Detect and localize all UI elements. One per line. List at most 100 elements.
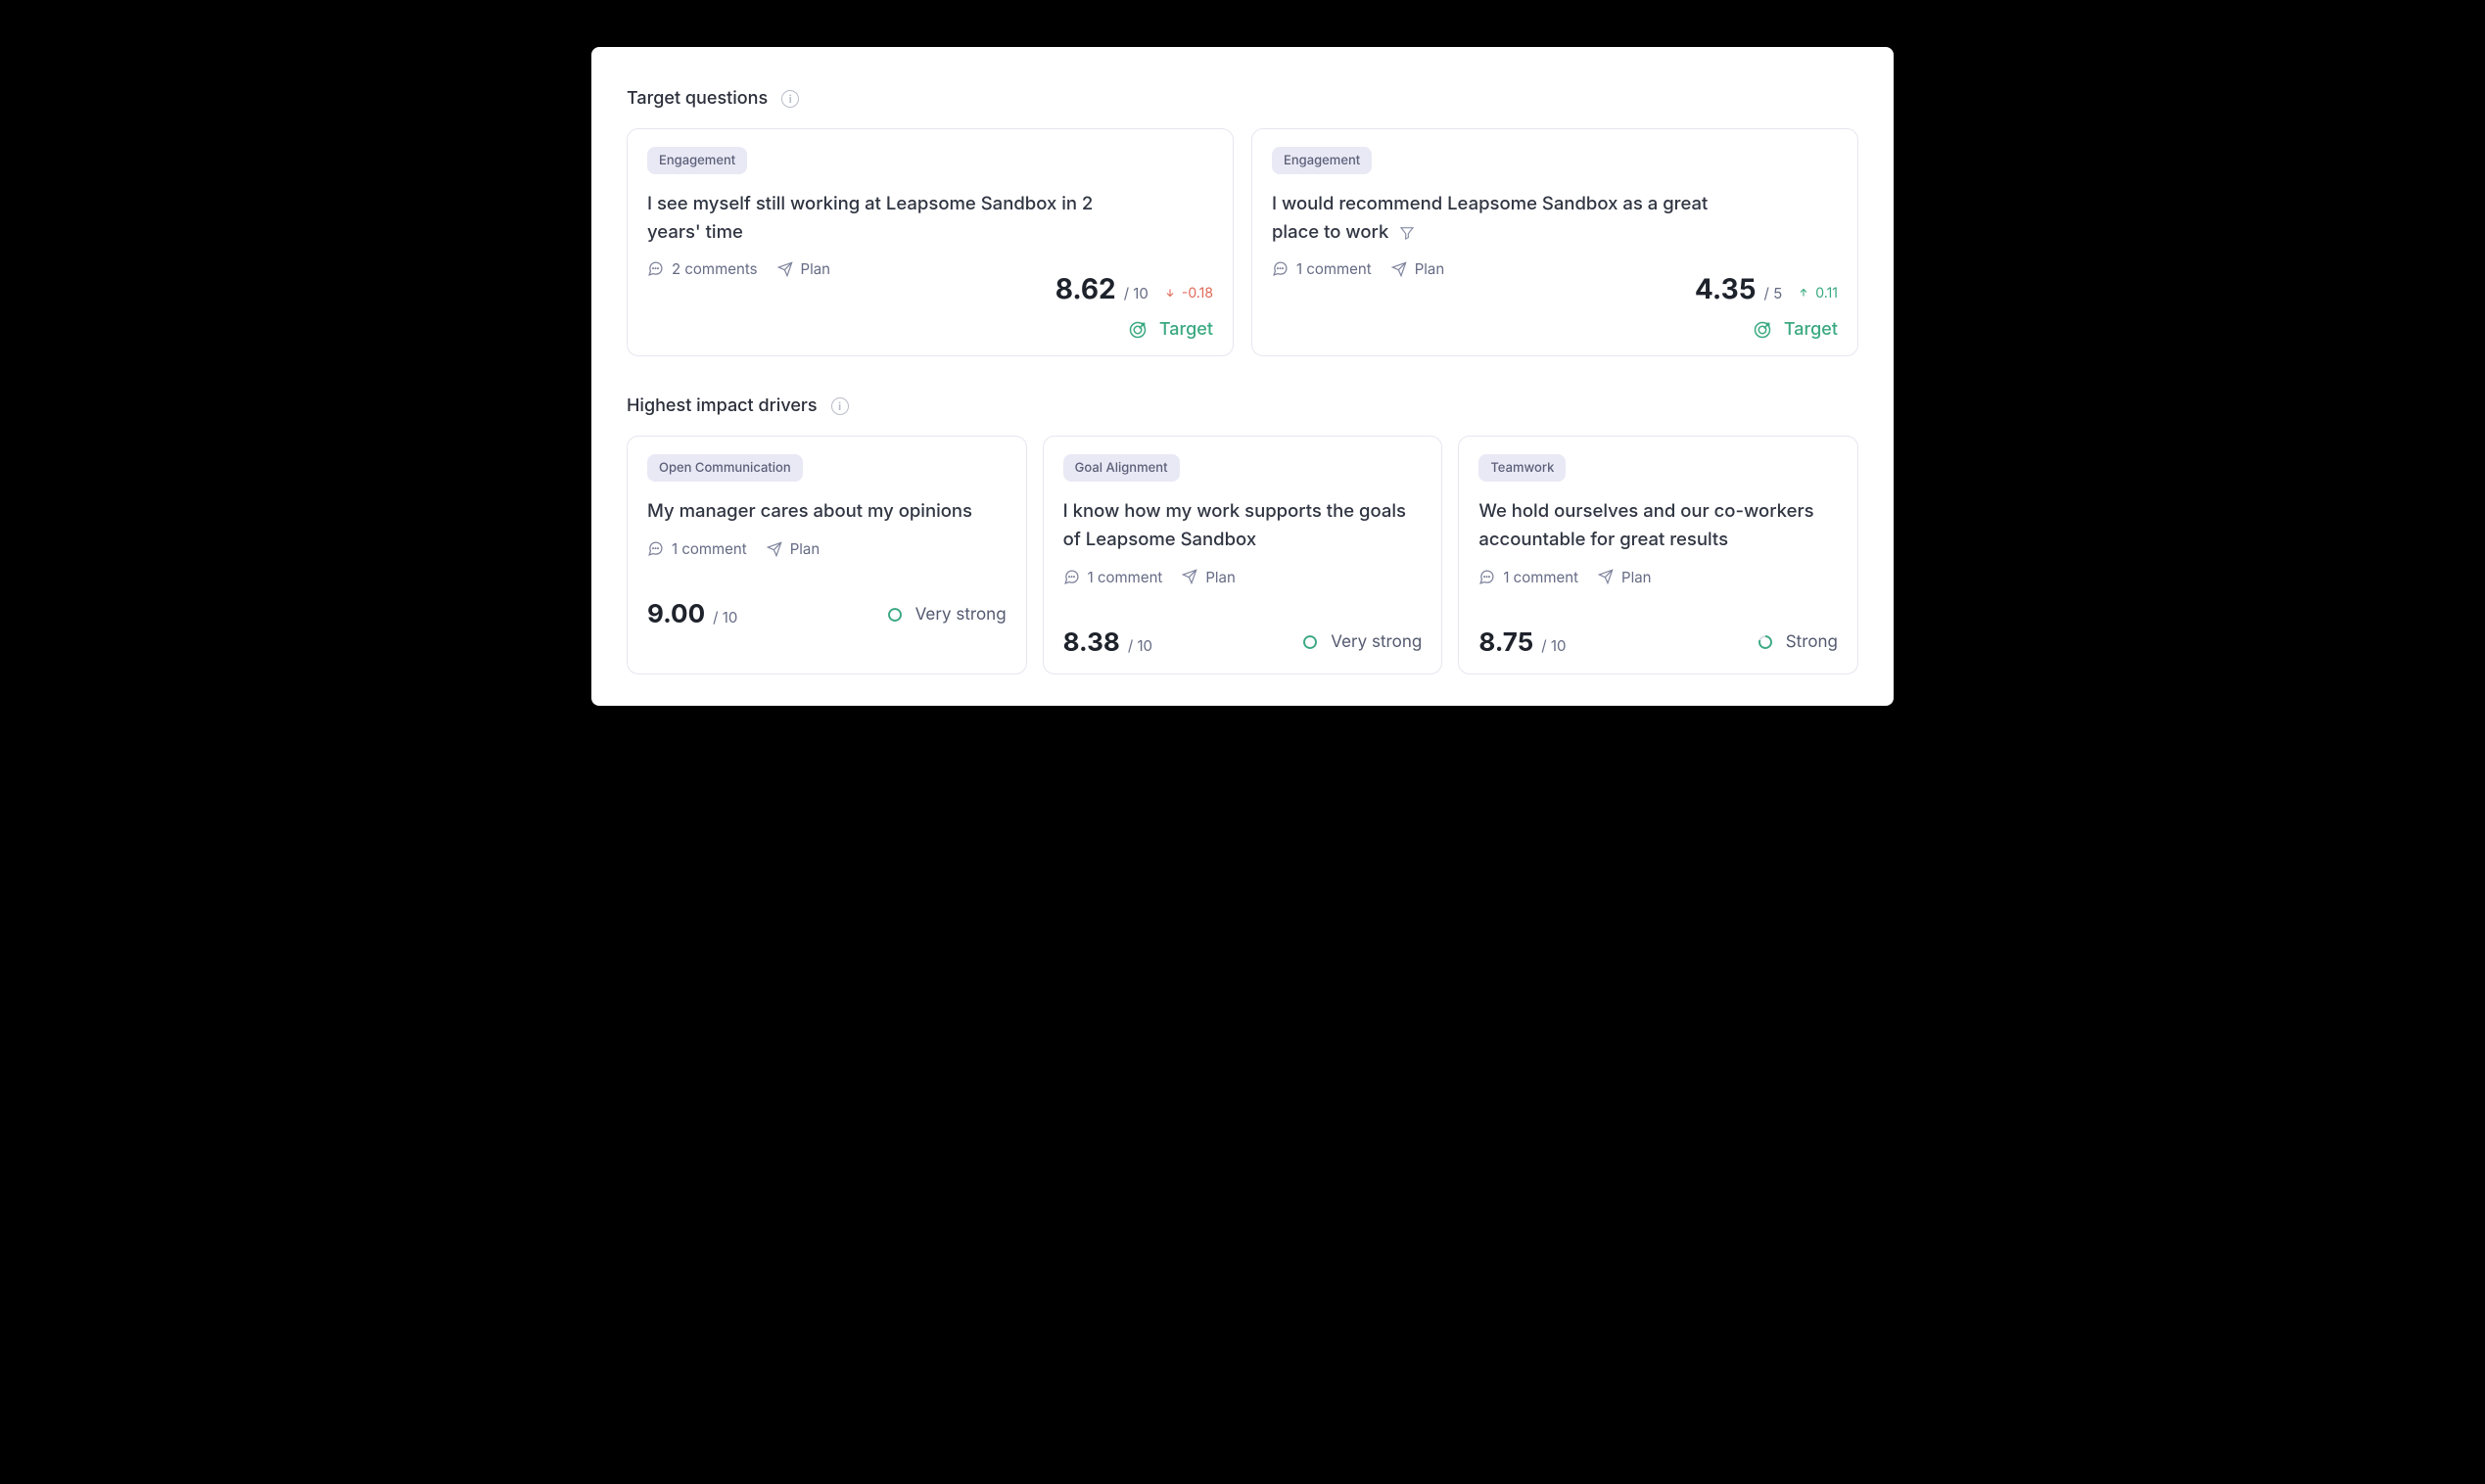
driver-score: 9.00 / 10 (647, 599, 737, 629)
plan-label: Plan (1205, 568, 1236, 586)
score-value: 8.62 (1055, 272, 1116, 305)
arrow-up-icon (1798, 287, 1809, 299)
strength-badge: Strong (1757, 632, 1838, 652)
chip-label: Open Communication (659, 460, 791, 476)
arrow-down-icon (1164, 287, 1176, 299)
question-text: My manager cares about my opinions (647, 497, 1007, 526)
comments-link[interactable]: 1 comment (1478, 568, 1578, 586)
delta-value: 0.11 (1815, 285, 1838, 301)
category-chip[interactable]: Engagement (1272, 147, 1372, 174)
delta-value: -0.18 (1182, 285, 1213, 301)
target-icon (1753, 320, 1772, 340)
score-outof: / 5 (1764, 284, 1783, 302)
category-chip[interactable]: Open Communication (647, 454, 803, 482)
strength-ring-icon (1301, 633, 1319, 651)
target-icon (1128, 320, 1148, 340)
plan-link[interactable]: Plan (767, 539, 821, 558)
plan-link[interactable]: Plan (1182, 568, 1236, 586)
comments-link[interactable]: 1 comment (647, 539, 747, 558)
comment-icon (647, 260, 664, 277)
comment-icon (1272, 260, 1289, 277)
driver-card[interactable]: Teamwork We hold ourselves and our co-wo… (1458, 436, 1858, 673)
comments-link[interactable]: 2 comments (647, 259, 758, 278)
chip-label: Goal Alignment (1075, 460, 1168, 476)
comments-label: 1 comment (1088, 568, 1163, 586)
score-value: 9.00 (647, 599, 705, 629)
meta-row: 1 comment Plan (647, 539, 1007, 558)
plan-link[interactable]: Plan (1391, 259, 1445, 278)
plan-icon (767, 541, 782, 557)
strength-badge: Very strong (1301, 632, 1422, 652)
chip-label: Engagement (659, 153, 735, 168)
driver-bottom: 8.38 / 10 Very strong (1063, 627, 1423, 658)
comments-label: 1 comment (672, 539, 747, 558)
question-text: I know how my work supports the goals of… (1063, 497, 1423, 553)
delta-badge: 0.11 (1798, 285, 1838, 301)
category-chip[interactable]: Engagement (647, 147, 747, 174)
target-label: Target (1784, 319, 1838, 340)
score-outof: / 10 (1124, 284, 1149, 302)
score-value: 8.38 (1063, 627, 1120, 658)
section-title-text: Highest impact drivers (627, 395, 818, 416)
score-value: 4.35 (1695, 272, 1757, 305)
plan-link[interactable]: Plan (1598, 568, 1652, 586)
plan-label: Plan (1621, 568, 1652, 586)
driver-card[interactable]: Open Communication My manager cares abou… (627, 436, 1027, 673)
driver-card[interactable]: Goal Alignment I know how my work suppor… (1043, 436, 1443, 673)
plan-label: Plan (790, 539, 821, 558)
filter-icon[interactable] (1399, 225, 1415, 241)
strength-label: Very strong (1331, 632, 1422, 652)
comment-icon (1478, 569, 1495, 585)
meta-row: 1 comment Plan (1478, 568, 1838, 586)
question-text-inner: I would recommend Leapsome Sandbox as a … (1272, 193, 1708, 243)
meta-row: 1 comment Plan (1063, 568, 1423, 586)
delta-badge: -0.18 (1164, 285, 1213, 301)
category-chip[interactable]: Teamwork (1478, 454, 1566, 482)
section-title-text: Target questions (627, 88, 768, 109)
target-grid: Engagement I see myself still working at… (627, 128, 1858, 356)
dashboard-panel: Target questions i Engagement I see myse… (591, 47, 1894, 706)
driver-bottom: 9.00 / 10 Very strong (647, 599, 1007, 629)
target-label: Target (1159, 319, 1213, 340)
plan-icon (1391, 261, 1407, 277)
section-title-target: Target questions i (627, 88, 1858, 109)
comments-label: 1 comment (1503, 568, 1578, 586)
category-chip[interactable]: Goal Alignment (1063, 454, 1180, 482)
score-outof: / 10 (1541, 636, 1566, 655)
plan-icon (1182, 569, 1197, 584)
target-action[interactable]: Target (647, 319, 1213, 340)
comment-icon (647, 540, 664, 557)
target-card[interactable]: Engagement I would recommend Leapsome Sa… (1251, 128, 1858, 356)
chip-label: Engagement (1284, 153, 1360, 168)
comments-label: 2 comments (672, 259, 758, 278)
plan-label: Plan (1415, 259, 1445, 278)
strength-label: Strong (1786, 632, 1838, 652)
plan-label: Plan (801, 259, 831, 278)
target-action[interactable]: Target (1272, 319, 1838, 340)
strength-badge: Very strong (886, 605, 1007, 625)
plan-link[interactable]: Plan (777, 259, 831, 278)
score-outof: / 10 (713, 608, 737, 626)
driver-bottom: 8.75 / 10 Strong (1478, 627, 1838, 658)
comments-link[interactable]: 1 comment (1272, 259, 1372, 278)
question-text: We hold ourselves and our co-workers acc… (1478, 497, 1838, 553)
drivers-grid: Open Communication My manager cares abou… (627, 436, 1858, 673)
score-outof: / 10 (1128, 636, 1152, 655)
plan-icon (1598, 569, 1614, 584)
score-value: 8.75 (1478, 627, 1533, 658)
info-icon[interactable]: i (831, 397, 849, 415)
strength-ring-icon (886, 606, 904, 624)
comment-icon (1063, 569, 1080, 585)
question-text: I would recommend Leapsome Sandbox as a … (1272, 190, 1732, 246)
target-card[interactable]: Engagement I see myself still working at… (627, 128, 1234, 356)
section-title-drivers: Highest impact drivers i (627, 395, 1858, 416)
driver-score: 8.75 / 10 (1478, 627, 1566, 658)
comments-link[interactable]: 1 comment (1063, 568, 1163, 586)
driver-score: 8.38 / 10 (1063, 627, 1152, 658)
chip-label: Teamwork (1490, 460, 1554, 476)
question-text: I see myself still working at Leapsome S… (647, 190, 1107, 246)
info-icon[interactable]: i (781, 90, 799, 108)
comments-label: 1 comment (1296, 259, 1372, 278)
strength-label: Very strong (915, 605, 1007, 625)
strength-ring-icon (1757, 633, 1774, 651)
